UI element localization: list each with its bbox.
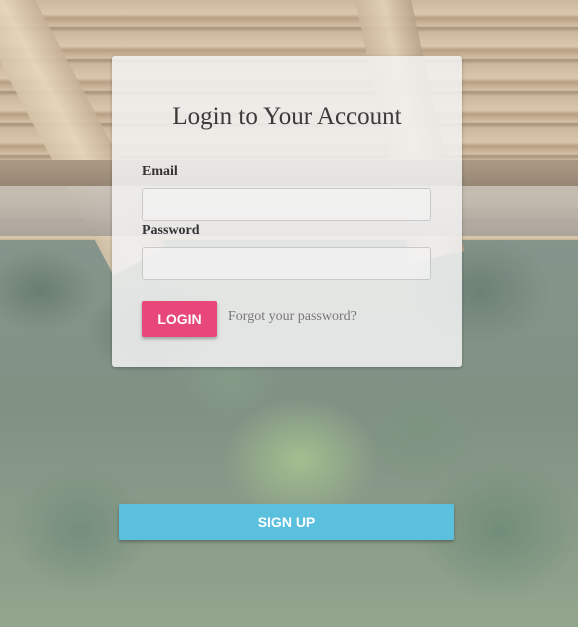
login-title: Login to Your Account [172, 103, 402, 130]
forgot-password-link[interactable]: Forgot your password? [228, 309, 357, 325]
signup-button[interactable]: SIGN UP [119, 504, 454, 540]
email-field[interactable] [142, 188, 431, 221]
login-card: Login to Your Account Email Password LOG… [112, 56, 462, 367]
password-label: Password [142, 223, 200, 238]
password-field[interactable] [142, 247, 431, 280]
email-label: Email [142, 164, 178, 179]
login-button[interactable]: LOGIN [142, 301, 217, 337]
